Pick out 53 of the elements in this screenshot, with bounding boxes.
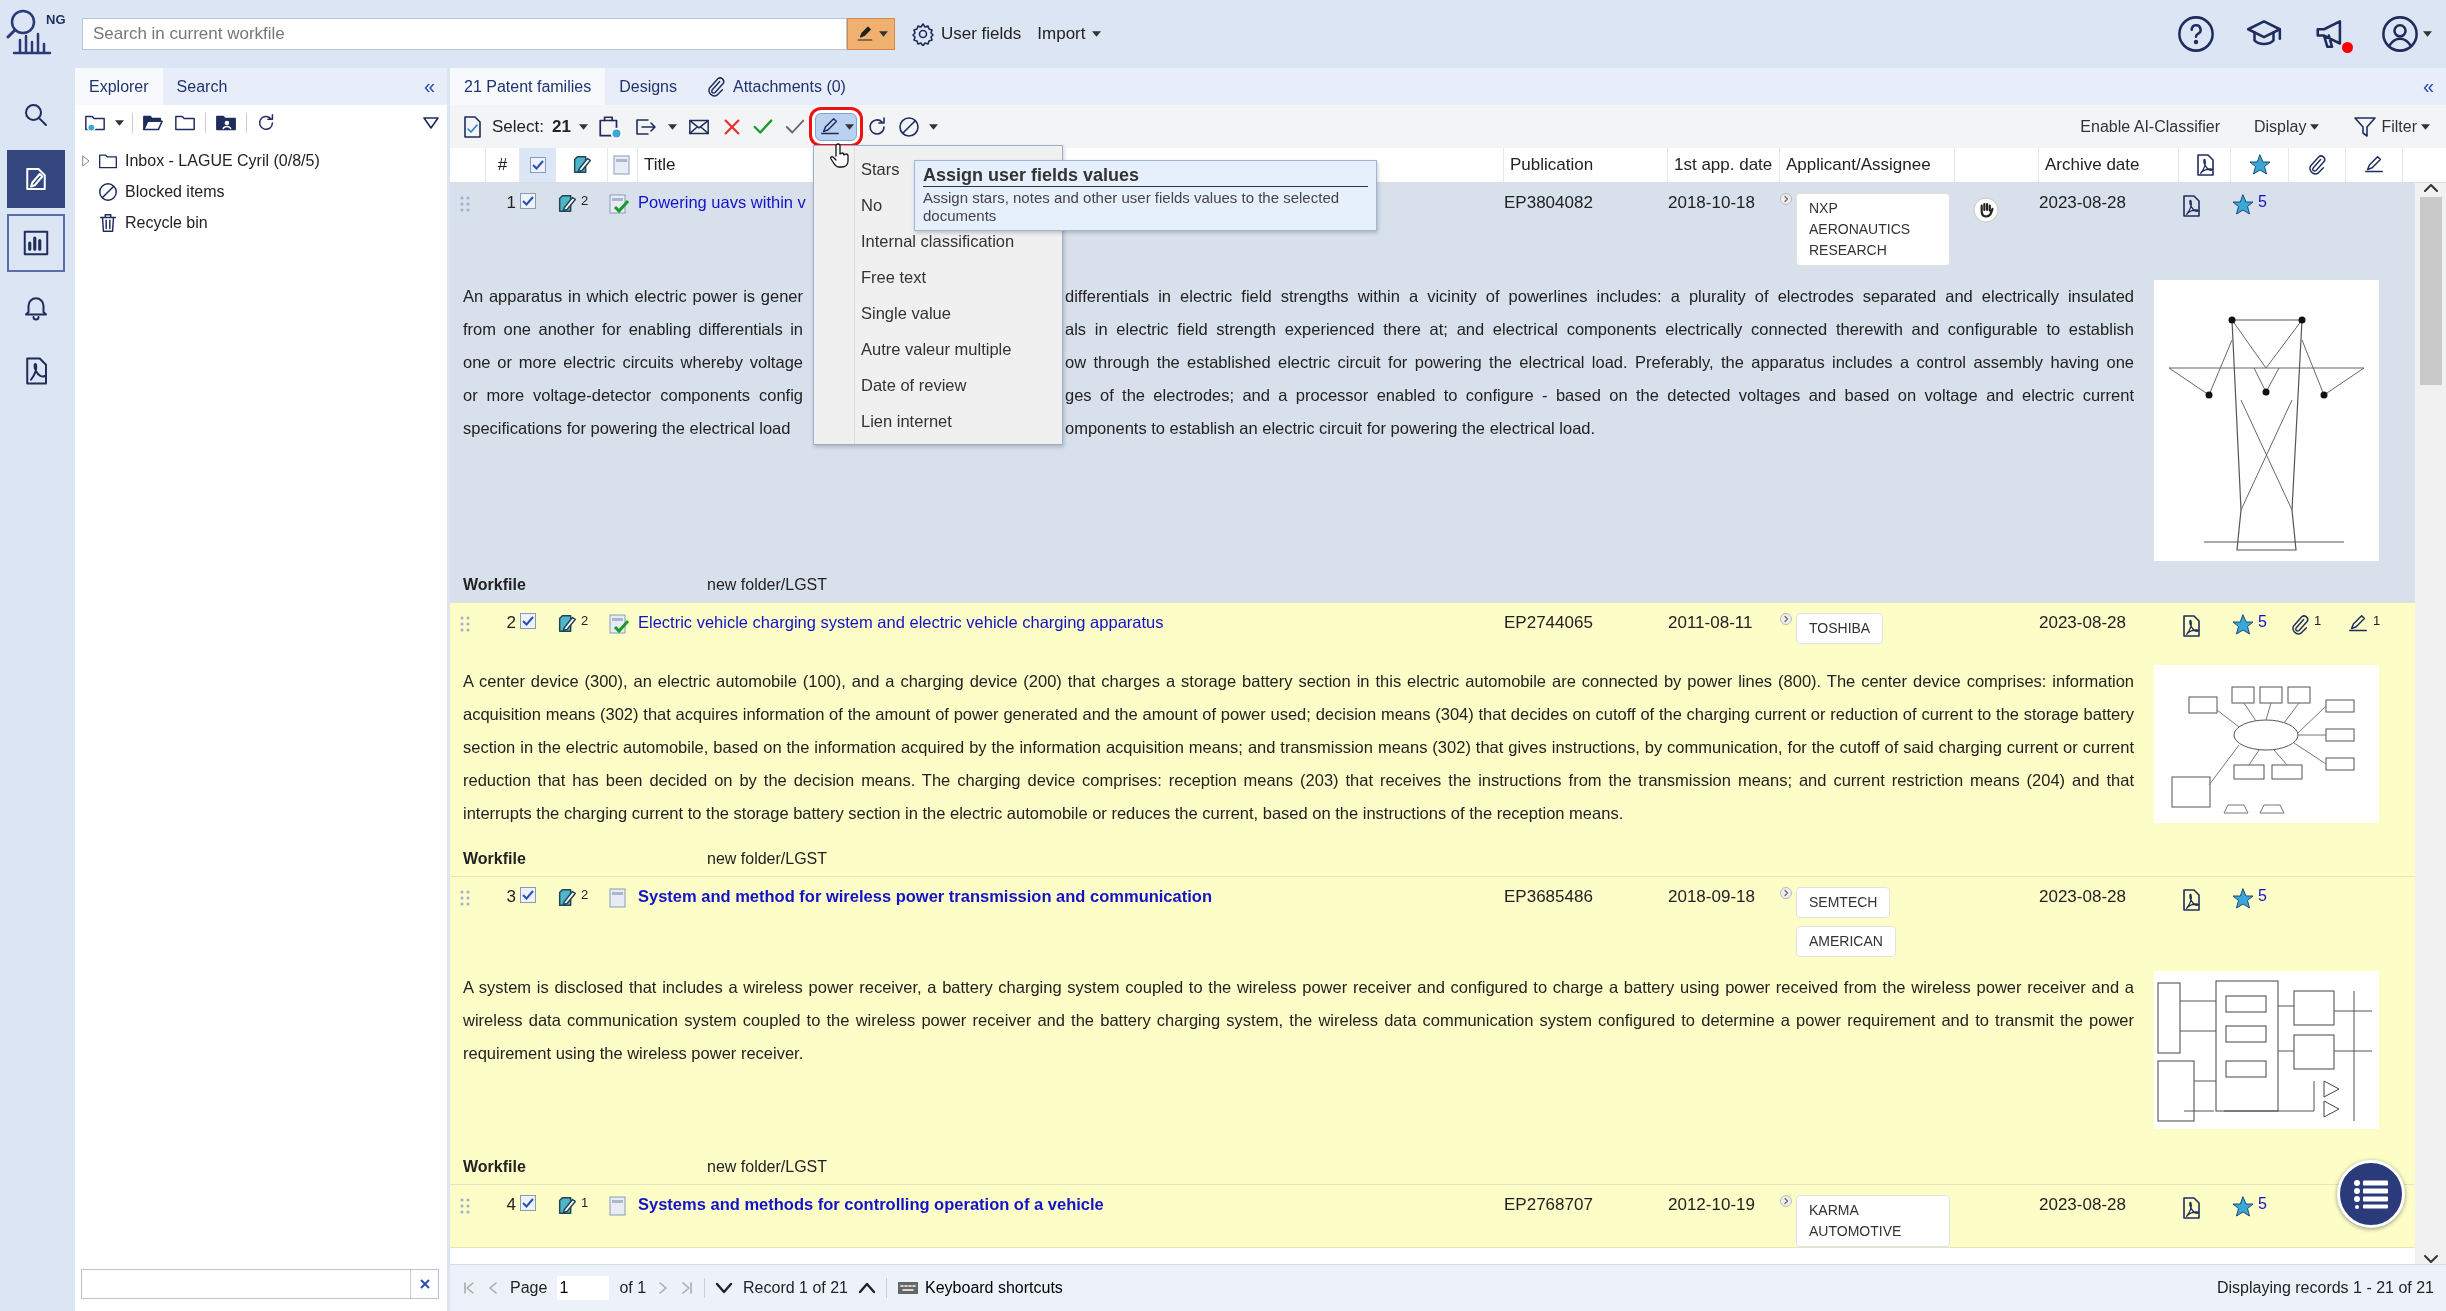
publication-number: EP3685486: [1504, 887, 1593, 907]
abstract-text: A system is disclosed that includes a wireless power receiver, a battery charging system coupled to the wireless power receiver and configured to charge a battery using power received from the wireless power receiver and a wireless data communication system coupled to the wireless power receiver and the battery charging system, the wireless data communication system configured to determine a power requirement and to transmit the power requirement using the wireless power receiver.: [463, 977, 2134, 1064]
user-field-count: 1: [2373, 613, 2381, 628]
abstract-text: A center device (300), an electric automobile (100), and a charging device (200) that charges a storage battery section in this electric automobile are connected by power lines (800). The center device comprises: information acquisition means (302) that acquires information of the amount of power generated and the amount of power used; decision means (304) that decides on cutoff of the charging current or reduction of current to the storage battery section in the electric automobile, based on the information acquired by the information acquisition means; and transmission means (302) that gives instructions, by communication, for the cutoff of said charging current or current reduction that has been decided on by the decision means. The charging device comprises: reception means (203) that receives the instructions from the transmission means; and current restriction means (204) and that interrupts the charging current to the storage battery section in the electric automobile or reduces the current, based on the instructions of the reception means.: [463, 671, 2134, 824]
workfile-label: Workfile: [463, 1158, 527, 1176]
workfile-label: Workfile: [463, 576, 527, 594]
tooltip-title: Assign user fields values: [923, 164, 1368, 187]
note-count: 2: [581, 887, 589, 902]
row-number: 4: [506, 1195, 516, 1215]
workfile-path: new folder/LGST: [707, 1158, 828, 1176]
abstract-text: from one another for enabling differentials in: [463, 319, 803, 340]
abstract-text: ow through the established electric circuit for powering the electrical load. Preferably, the apparatus includes a control assembly having one: [1065, 352, 2134, 373]
archive-date: 2023-08-28: [2039, 193, 2126, 213]
page-label: Page: [510, 1279, 548, 1297]
row-number: 3: [506, 887, 516, 907]
star-count: 5: [2258, 193, 2267, 211]
logo-text: NG: [46, 12, 66, 27]
record-position: Record 1 of 21: [743, 1279, 848, 1297]
records-summary: Displaying records 1 - 21 of 21: [2217, 1279, 2434, 1297]
workfile-label: Workfile: [463, 850, 527, 868]
selection-count: 21: [552, 116, 571, 137]
note-count: 2: [581, 193, 589, 208]
archive-date: 2023-08-28: [2039, 887, 2126, 907]
star-count: 5: [2258, 887, 2267, 905]
abstract-text: specifications for powering the electrical load: [463, 418, 792, 439]
row-number: 2: [506, 613, 516, 633]
workfile-path: new folder/LGST: [707, 576, 828, 594]
abstract-text: An apparatus in which electric power is gener: [463, 286, 803, 307]
star-count: 5: [2258, 1195, 2267, 1213]
abstract-text: or more voltage-detector components config: [463, 385, 803, 406]
attachment-count: 1: [2314, 613, 2322, 628]
select-label: Select:: [492, 116, 544, 137]
publication-number: EP2744065: [1504, 613, 1593, 633]
abstract-text: differentials in electric field strengths within a vicinity of powerlines includes: a plurality of electrodes separated and electrically insulated: [1065, 286, 2134, 307]
archive-date: 2023-08-28: [2039, 613, 2126, 633]
publication-number: EP2768707: [1504, 1195, 1593, 1215]
note-count: 1: [581, 1195, 589, 1210]
publication-number: EP3804082: [1504, 193, 1593, 213]
abstract-text: ges of the electrodes; and a processor enabled to configure - based on the detected voltages and based on voltage and electric current: [1065, 385, 2134, 406]
star-count: 5: [2258, 613, 2267, 631]
note-count: 2: [581, 613, 589, 628]
page-total: of 1: [619, 1279, 647, 1297]
row-number: 1: [506, 193, 516, 213]
archive-date: 2023-08-28: [2039, 1195, 2126, 1215]
abstract-text: omponents to establish an electric circuit for powering the electrical load.: [1065, 418, 1597, 439]
workfile-path: new folder/LGST: [707, 850, 828, 868]
application-date: 2018-09-18: [1668, 887, 1755, 907]
abstract-text: one or more electric circuits whereby voltage: [463, 352, 803, 373]
application-date: 2011-08-11: [1668, 613, 1753, 633]
abstract-text: als in electric field strength experienced there at; and electrical components electrically connected therewith and configurable to establish: [1065, 319, 2134, 340]
tooltip-text: Assign stars, notes and other user fields values to the selected documents: [923, 189, 1341, 225]
application-date: 2012-10-19: [1668, 1195, 1755, 1215]
application-date: 2018-10-18: [1668, 193, 1755, 213]
